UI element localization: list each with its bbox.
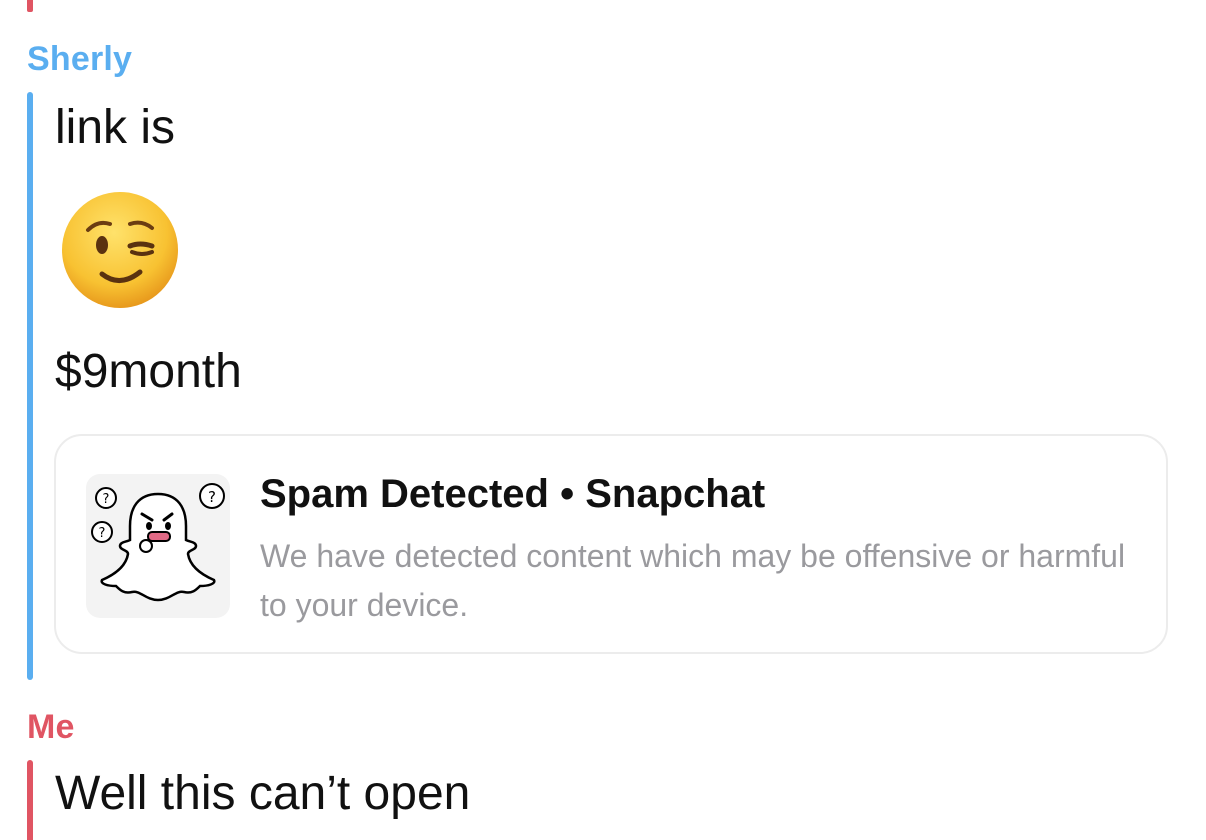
message-text[interactable]: $9month: [55, 344, 242, 399]
sherly-message-bar: [27, 92, 33, 680]
confused-ghost-icon: ? ? ?: [86, 474, 230, 618]
svg-text:?: ?: [99, 526, 106, 541]
svg-text:?: ?: [208, 488, 216, 506]
link-preview-description: We have detected content which may be of…: [260, 538, 1126, 623]
chat-thread: Sherly link is $9month ? ? ? Spam Detect…: [0, 0, 1206, 840]
sender-name-me: Me: [27, 708, 75, 746]
message-text[interactable]: Well this can’t open: [55, 766, 470, 821]
previous-message-bar: [27, 0, 33, 12]
link-preview-card[interactable]: ? ? ? Spam Detected • Snapchat We have d…: [54, 434, 1168, 654]
link-preview-title: Spam Detected • Snapchat: [260, 472, 766, 516]
me-message-bar: [27, 760, 33, 840]
message-text[interactable]: link is: [55, 100, 175, 155]
winking-face-emoji-icon[interactable]: [60, 190, 180, 310]
sender-name-sherly: Sherly: [27, 40, 133, 78]
svg-text:?: ?: [103, 492, 110, 507]
